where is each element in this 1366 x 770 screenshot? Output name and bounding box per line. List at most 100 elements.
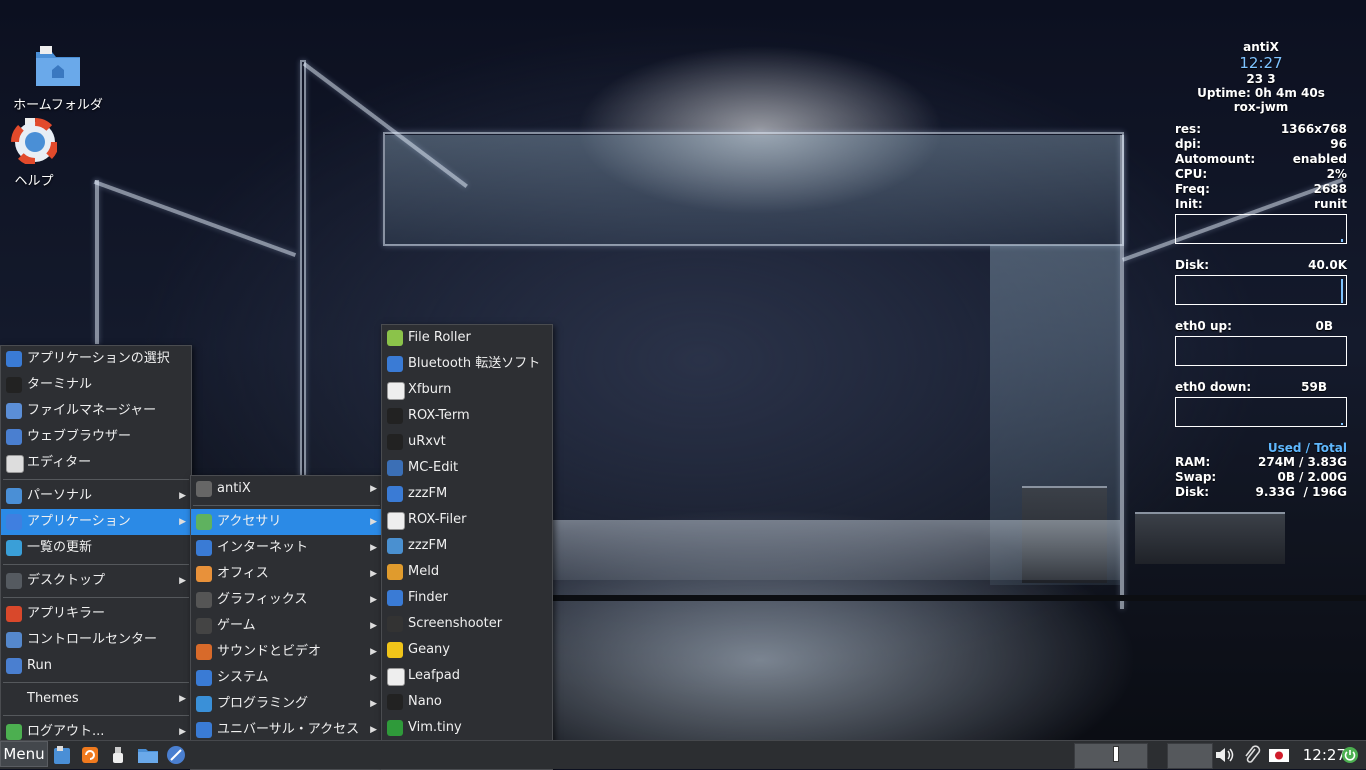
editor-icon	[6, 455, 24, 473]
accessories-menu-item[interactable]: ROX-Term	[382, 403, 552, 429]
apps-menu-item[interactable]: アクセサリ ▶	[191, 509, 382, 535]
conky-system-monitor: antiX 12:27 23 3 Uptime: 0h 4m 40s rox-j…	[1175, 40, 1347, 500]
accessories-menu-item[interactable]: Xfburn	[382, 377, 552, 403]
usb-icon[interactable]	[110, 744, 126, 766]
main-menu-item-label: アプリキラー	[27, 606, 106, 621]
apps-menu-item[interactable]: antiX ▶	[191, 476, 382, 502]
workspace-2[interactable]	[1167, 743, 1213, 769]
eth-up-graph	[1175, 336, 1347, 366]
accessories-menu-item-label: ROX-Filer	[408, 512, 467, 527]
desktop-icon-label: ヘルプ	[14, 174, 54, 189]
conky-clock: 12:27	[1239, 54, 1283, 72]
kill-icon	[6, 606, 22, 622]
menu-separator	[3, 479, 189, 480]
workspace-1[interactable]	[1074, 743, 1148, 769]
disk-io-row: Disk: 40.0K	[1175, 258, 1347, 272]
accessories-menu-item-label: Bluetooth 転送ソフト	[408, 356, 541, 371]
main-menu-item-label: Run	[27, 658, 52, 673]
accessories-menu-item[interactable]: MC-Edit	[382, 455, 552, 481]
menu-button[interactable]: Menu	[0, 741, 48, 767]
apps-menu-item[interactable]: オフィス ▶	[191, 561, 382, 587]
taskbar: Menu 12:27	[0, 740, 1366, 769]
main-menu-item[interactable]: パーソナル ▶	[1, 483, 191, 509]
main-menu-item[interactable]: アプリケーションの選択	[1, 346, 191, 372]
accessories-menu-item-label: uRxvt	[408, 434, 446, 449]
vim-icon	[387, 720, 403, 736]
paperclip-icon[interactable]	[1242, 744, 1262, 766]
accessories-icon	[196, 514, 212, 530]
apps-menu-item[interactable]: プログラミング ▶	[191, 691, 382, 717]
submenu-arrow-icon: ▶	[370, 569, 377, 579]
main-menu-item[interactable]: デスクトップ ▶	[1, 568, 191, 594]
menu-separator	[3, 564, 189, 565]
leafpad-icon	[387, 668, 405, 686]
main-menu-item[interactable]: アプリケーション ▶	[1, 509, 191, 535]
menu-separator	[3, 597, 189, 598]
antix-icon	[196, 481, 212, 497]
accessories-menu-item[interactable]: zzzFM	[382, 533, 552, 559]
apps-menu-item[interactable]: グラフィックス ▶	[191, 587, 382, 613]
accessories-menu-item-label: zzzFM	[408, 486, 448, 501]
main-menu-item[interactable]: エディター	[1, 450, 191, 476]
main-menu: アプリケーションの選択ターミナル ファイルマネージャー ウェブブラウザー エディターパ…	[0, 345, 192, 742]
japan-flag-icon[interactable]	[1269, 744, 1289, 766]
accessories-menu-item-label: File Roller	[408, 330, 471, 345]
logout-icon	[6, 724, 22, 740]
programming-icon	[196, 696, 212, 712]
main-menu-item[interactable]: コントロールセンター	[1, 627, 191, 653]
apps-menu-item[interactable]: ゲーム ▶	[191, 613, 382, 639]
apps-menu-item[interactable]: インターネット ▶	[191, 535, 382, 561]
desktop-icon-help[interactable]: ヘルプ	[0, 118, 84, 189]
accessories-menu-item[interactable]: zzzFM	[382, 481, 552, 507]
menu-separator	[3, 682, 189, 683]
apps-menu-item[interactable]: サウンドとビデオ ▶	[191, 639, 382, 665]
accessories-menu-item[interactable]: Nano	[382, 689, 552, 715]
power-icon[interactable]	[1340, 744, 1360, 766]
app-finder-icon	[6, 351, 22, 367]
main-menu-item-label: アプリケーションの選択	[27, 351, 170, 366]
volume-icon[interactable]	[1214, 744, 1236, 766]
accessories-menu-item[interactable]: Bluetooth 転送ソフト	[382, 351, 552, 377]
refresh-icon[interactable]	[80, 744, 100, 766]
accessories-menu-item[interactable]: Vim.tiny	[382, 715, 552, 741]
accessories-menu-item[interactable]: Finder	[382, 585, 552, 611]
internet-icon	[196, 540, 212, 556]
main-menu-item[interactable]: Themes ▶	[1, 686, 191, 712]
main-menu-item-label: コントロールセンター	[27, 632, 158, 647]
submenu-arrow-icon: ▶	[370, 517, 377, 527]
file-manager-icon[interactable]	[52, 744, 72, 766]
folder-home-icon	[8, 44, 108, 92]
desktop-icon	[6, 573, 22, 589]
desktop-icon-label: ホームフォルダ	[13, 98, 103, 113]
submenu-arrow-icon: ▶	[370, 543, 377, 553]
main-menu-item-label: デスクトップ	[27, 573, 106, 588]
folder-icon[interactable]	[137, 744, 159, 766]
accessories-menu-item[interactable]: File Roller	[382, 325, 552, 351]
stat-row: Init: runit	[1175, 197, 1347, 211]
gamepad-icon	[196, 618, 212, 634]
apps-menu-item[interactable]: システム ▶	[191, 665, 382, 691]
accessories-menu-item[interactable]: Leafpad	[382, 663, 552, 689]
main-menu-item[interactable]: ファイルマネージャー	[1, 398, 191, 424]
accessories-menu-item[interactable]: Screenshooter	[382, 611, 552, 637]
submenu-arrow-icon: ▶	[370, 621, 377, 631]
main-menu-item[interactable]: 一覧の更新	[1, 535, 191, 561]
apps-menu-item-label: プログラミング	[217, 696, 309, 711]
stat-row: Automount: enabled	[1175, 152, 1347, 166]
accessories-menu-item[interactable]: Meld	[382, 559, 552, 585]
accessories-menu-item-label: Xfburn	[408, 382, 452, 397]
zzzfm-icon	[387, 538, 403, 554]
browser-icon[interactable]	[166, 744, 186, 766]
accessories-menu-item[interactable]: ROX-Filer	[382, 507, 552, 533]
desktop-icon-home-folder[interactable]: ホームフォルダ	[8, 44, 108, 113]
main-menu-item[interactable]: ウェブブラウザー	[1, 424, 191, 450]
main-menu-item[interactable]: ターミナル	[1, 372, 191, 398]
finder-icon	[387, 590, 403, 606]
main-menu-item-label: パーソナル	[27, 488, 93, 503]
accessories-menu-item[interactable]: Geany	[382, 637, 552, 663]
accessories-menu-item[interactable]: uRxvt	[382, 429, 552, 455]
submenu-arrow-icon: ▶	[370, 699, 377, 709]
main-menu-item[interactable]: Run	[1, 653, 191, 679]
main-menu-item[interactable]: アプリキラー	[1, 601, 191, 627]
bluetooth-icon	[387, 356, 403, 372]
